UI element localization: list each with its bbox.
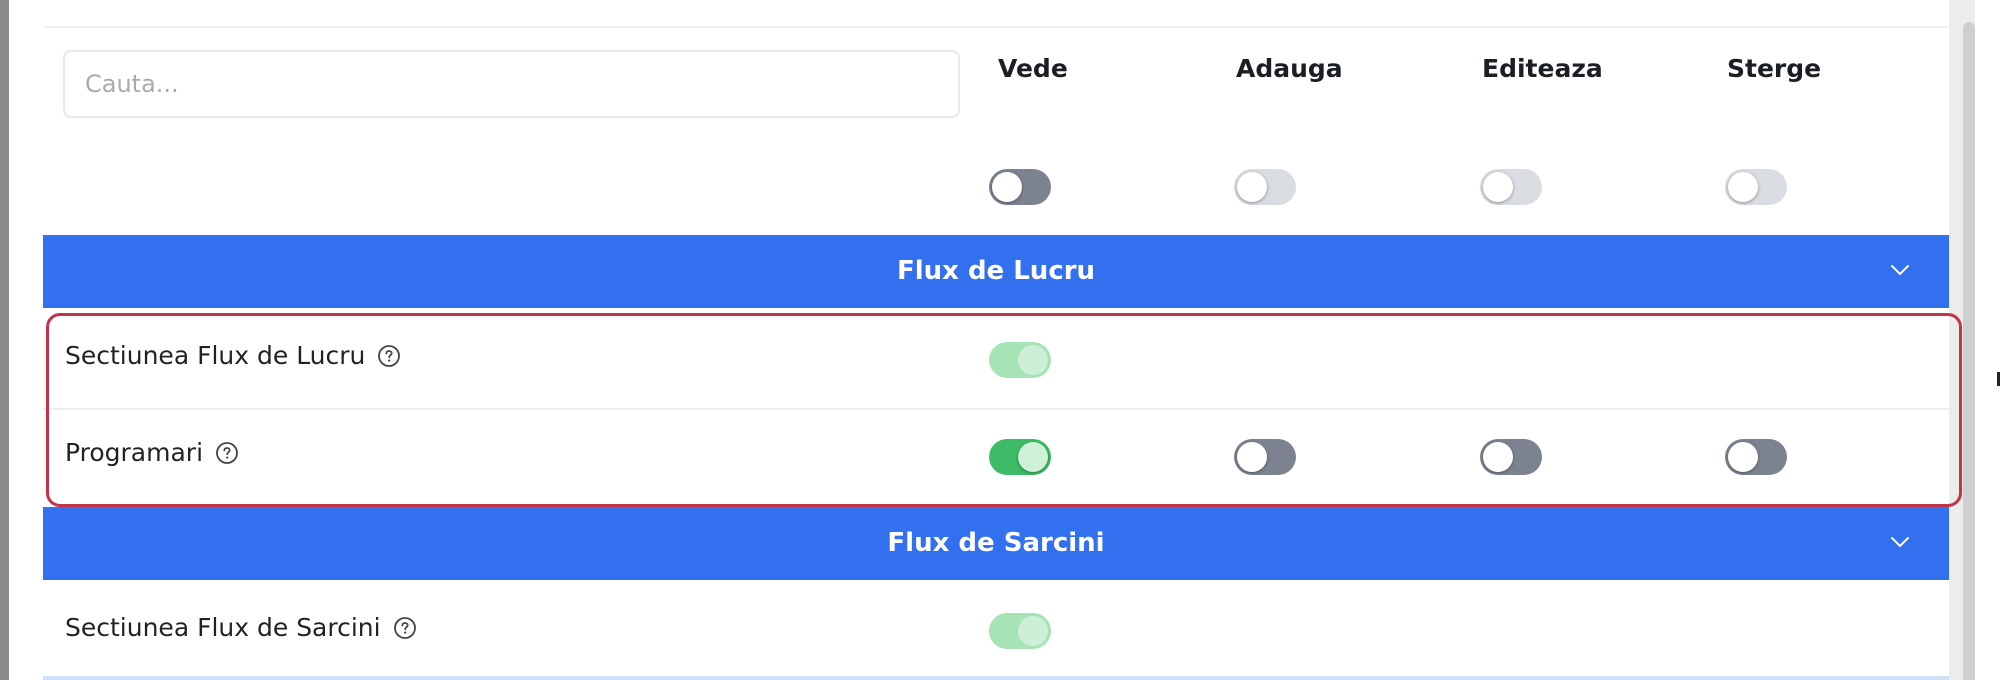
toggle-knob xyxy=(1483,172,1513,202)
search-input[interactable] xyxy=(63,50,960,118)
permission-row-label: Sectiunea Flux de Sarcini xyxy=(65,613,417,642)
chevron-down-icon[interactable] xyxy=(1885,527,1915,557)
edge-mark xyxy=(1997,372,2000,386)
toggle-knob xyxy=(992,172,1022,202)
top-divider xyxy=(43,26,1949,28)
permission-row-label: Programari xyxy=(65,438,239,467)
group-title: Flux de Sarcini xyxy=(887,528,1105,558)
toggle-knob xyxy=(1483,442,1513,472)
group-header-flux-de-lucru[interactable]: Flux de Lucru xyxy=(43,235,1949,308)
toggle-knob xyxy=(1018,345,1048,375)
toggle-sectiunea-flux-de-lucru-vede[interactable] xyxy=(989,342,1051,378)
toggle-all-editeaza[interactable] xyxy=(1480,169,1542,205)
toggle-all-vede[interactable] xyxy=(989,169,1051,205)
row-label-text: Sectiunea Flux de Sarcini xyxy=(65,613,381,642)
row-label-text: Sectiunea Flux de Lucru xyxy=(65,341,366,370)
toggle-knob xyxy=(1728,172,1758,202)
toggle-programari-sterge[interactable] xyxy=(1725,439,1787,475)
row-label-text: Programari xyxy=(65,438,204,467)
permission-row-label: Sectiunea Flux de Lucru xyxy=(65,341,401,370)
column-header-sterge: Sterge xyxy=(1727,54,1822,83)
toggle-sectiunea-flux-de-sarcini-vede[interactable] xyxy=(989,613,1051,649)
help-circle-icon[interactable] xyxy=(377,344,401,368)
group-header-flux-de-sarcini[interactable]: Flux de Sarcini xyxy=(43,507,1949,580)
help-circle-icon[interactable] xyxy=(215,441,239,465)
toggle-knob xyxy=(1237,442,1267,472)
toggle-programari-editeaza[interactable] xyxy=(1480,439,1542,475)
column-header-adauga: Adauga xyxy=(1236,54,1343,83)
toggle-knob xyxy=(1237,172,1267,202)
window-right-gutter xyxy=(1975,0,2004,680)
toggle-programari-adauga[interactable] xyxy=(1234,439,1296,475)
toggle-all-sterge[interactable] xyxy=(1725,169,1787,205)
toggle-all-adauga[interactable] xyxy=(1234,169,1296,205)
help-circle-icon[interactable] xyxy=(393,616,417,640)
toggle-programari-vede[interactable] xyxy=(989,439,1051,475)
permissions-panel: Vede Adauga Editeaza Sterge Flux de Lucr… xyxy=(9,0,1975,680)
scrollbar-thumb[interactable] xyxy=(1963,22,1975,680)
toggle-knob xyxy=(1018,442,1048,472)
column-header-editeaza: Editeaza xyxy=(1482,54,1603,83)
row-divider xyxy=(43,408,1949,410)
column-header-vede: Vede xyxy=(998,54,1068,83)
bottom-divider xyxy=(43,676,1949,680)
toggle-knob xyxy=(1018,616,1048,646)
chevron-down-icon[interactable] xyxy=(1885,255,1915,285)
toggle-knob xyxy=(1728,442,1758,472)
group-title: Flux de Lucru xyxy=(896,256,1096,286)
